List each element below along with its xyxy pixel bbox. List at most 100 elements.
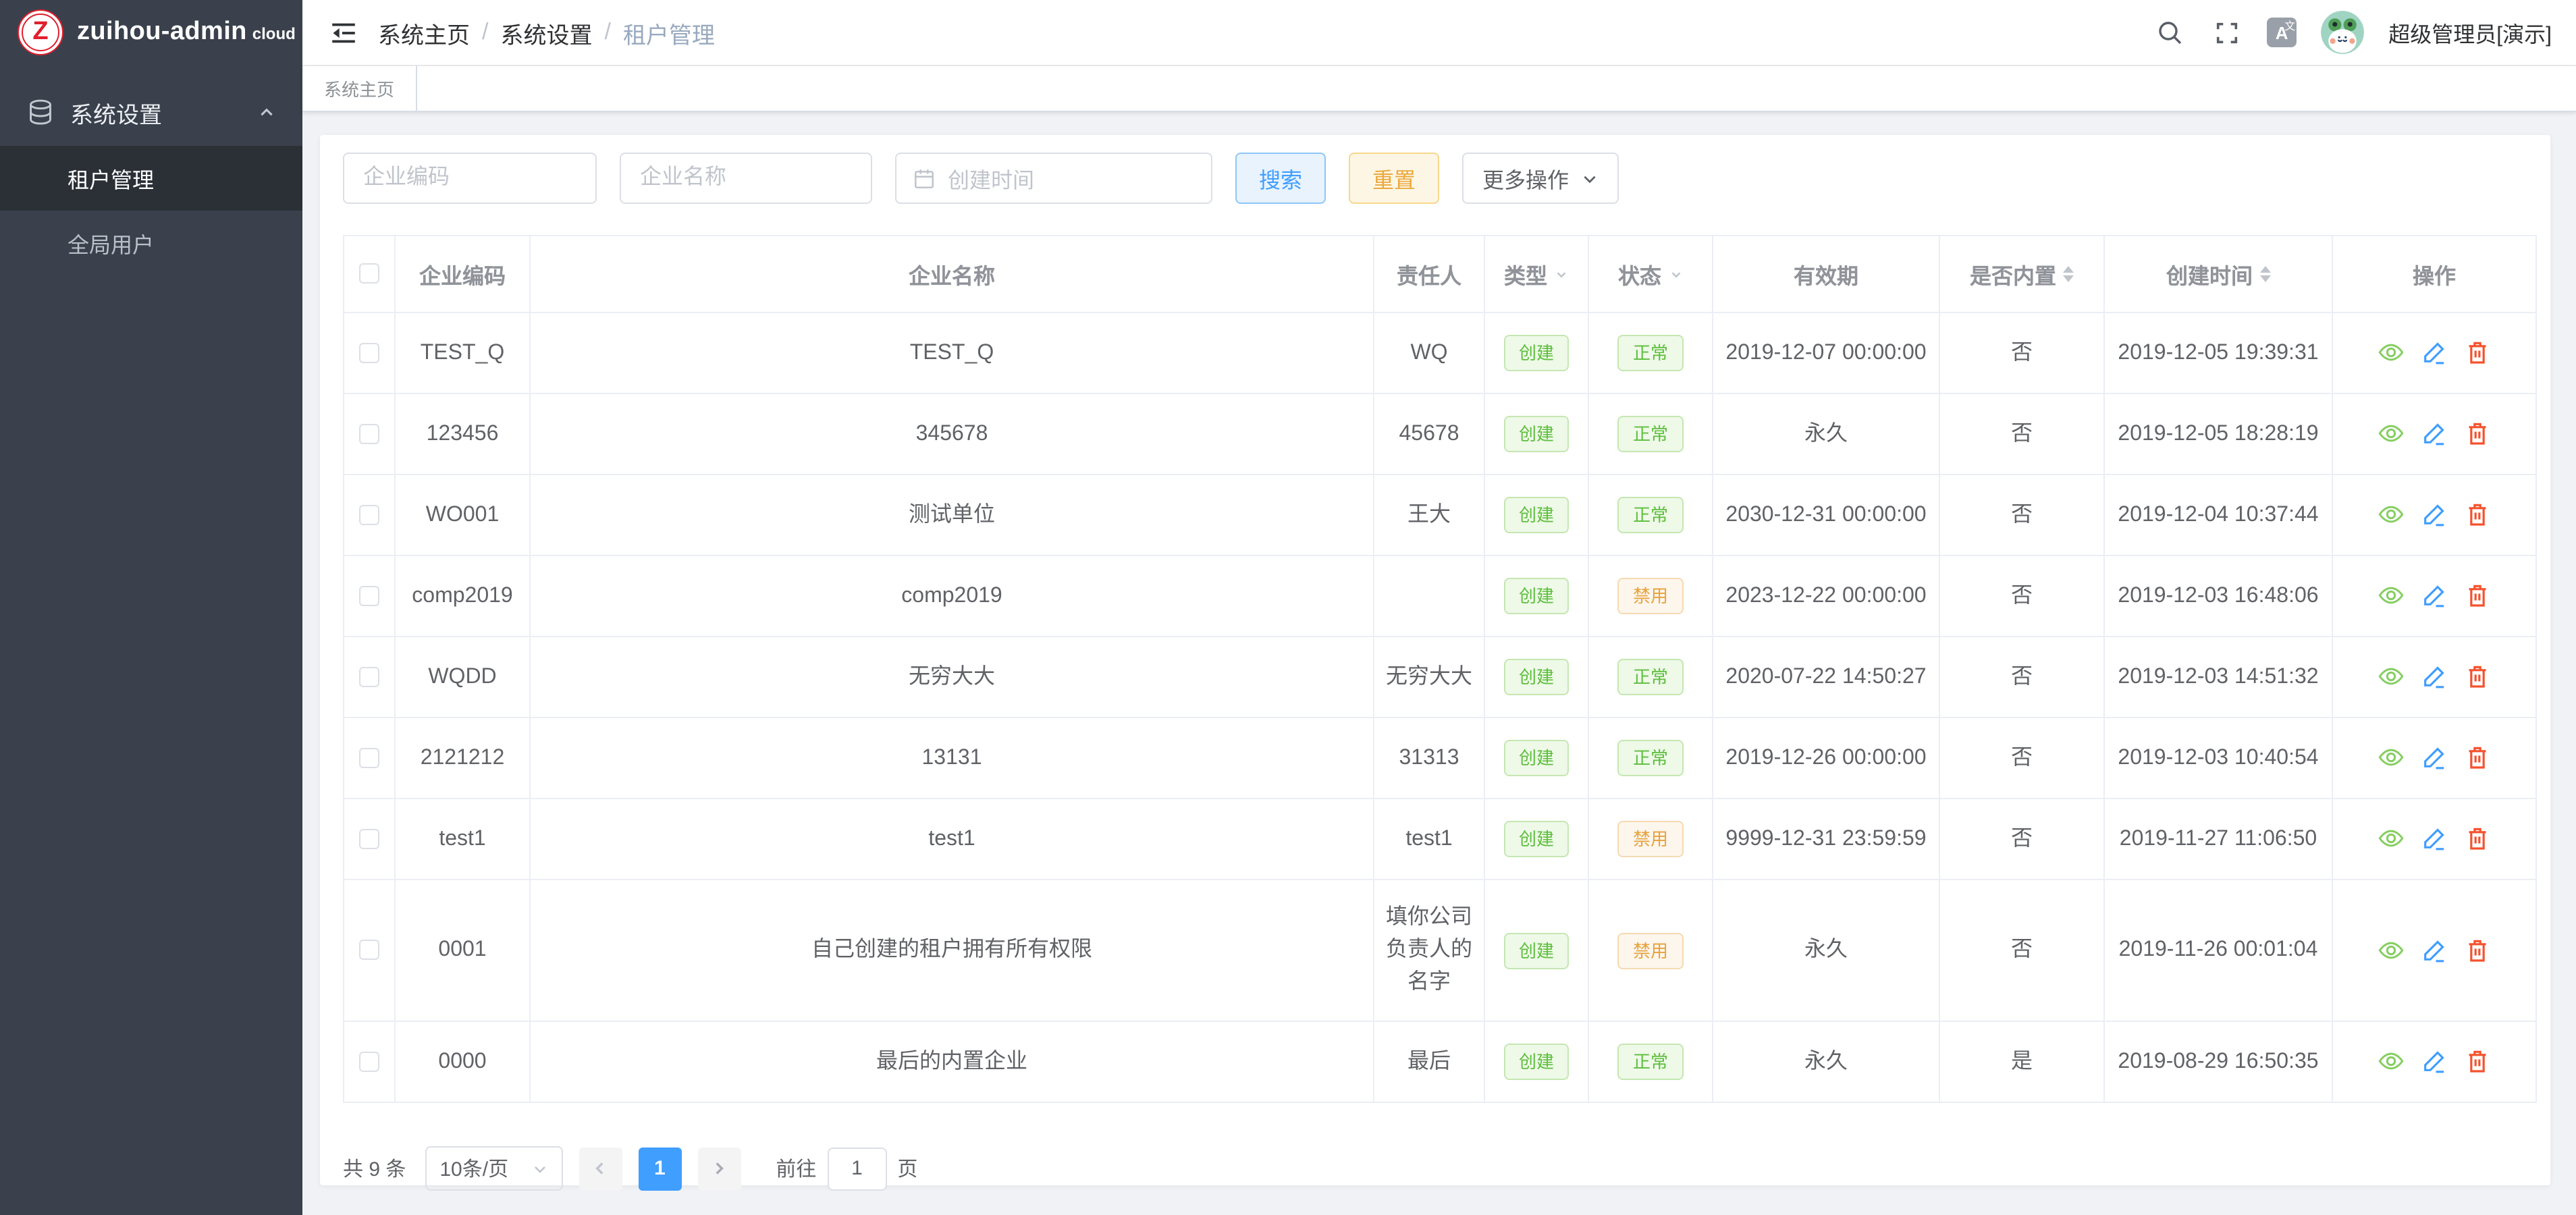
row-select-cell (344, 880, 395, 1021)
view-icon[interactable] (2378, 583, 2405, 610)
cell-created-time: 2019-11-26 00:01:04 (2104, 880, 2332, 1021)
tab-system-home[interactable]: 系统主页 (302, 66, 417, 111)
language-icon[interactable]: A文 (2267, 18, 2297, 47)
type-badge: 创建 (1504, 497, 1569, 533)
row-checkbox[interactable] (359, 586, 379, 606)
cell-owner: 45678 (1374, 394, 1484, 475)
sidebar-group-label: 系统设置 (70, 95, 242, 129)
sort-caret-icon[interactable] (2063, 266, 2074, 282)
delete-icon[interactable] (2464, 937, 2491, 964)
app-window: Z zuihou-admincloud 系统设置 租户管理 (0, 0, 2576, 1215)
row-checkbox[interactable] (359, 829, 379, 849)
view-icon[interactable] (2378, 502, 2405, 529)
row-checkbox[interactable] (359, 505, 379, 525)
status-badge: 正常 (1618, 740, 1683, 776)
cell-created-time: 2019-12-05 19:39:31 (2104, 313, 2332, 394)
cell-status: 正常 (1588, 1021, 1713, 1102)
edit-icon[interactable] (2421, 583, 2448, 610)
sidebar-group-system-settings[interactable]: 系统设置 (0, 78, 302, 146)
company-code-input[interactable] (343, 153, 597, 204)
next-page-button[interactable] (697, 1147, 741, 1190)
delete-icon[interactable] (2464, 826, 2491, 853)
goto-label: 前往 (776, 1154, 816, 1183)
company-name-input[interactable] (620, 153, 872, 204)
created-time-picker[interactable]: 创建时间 (895, 153, 1212, 204)
delete-icon[interactable] (2464, 583, 2491, 610)
sort-caret-icon[interactable] (2259, 266, 2270, 282)
row-checkbox[interactable] (359, 1052, 379, 1072)
cell-created-time: 2019-12-04 10:37:44 (2104, 475, 2332, 556)
edit-icon[interactable] (2421, 340, 2448, 367)
breadcrumb-home[interactable]: 系统主页 (378, 16, 470, 49)
delete-icon[interactable] (2464, 502, 2491, 529)
cell-validity: 2020-07-22 14:50:27 (1713, 637, 1939, 718)
delete-icon[interactable] (2464, 340, 2491, 367)
page-number-button[interactable]: 1 (638, 1147, 681, 1190)
topbar: 系统主页 / 系统设置 / 租户管理 A文 (302, 0, 2576, 66)
topbar-actions: A文 超级管理员[演示] (2153, 11, 2552, 54)
edit-icon[interactable] (2421, 826, 2448, 853)
goto-suffix: 页 (897, 1154, 917, 1183)
cell-company-code: 0000 (395, 1021, 530, 1102)
cell-company-name: 无穷大大 (530, 637, 1374, 718)
row-select-cell (344, 637, 395, 718)
sidebar-item-tenant-management[interactable]: 租户管理 (0, 146, 302, 211)
edit-icon[interactable] (2421, 1048, 2448, 1075)
row-checkbox[interactable] (359, 940, 379, 961)
column-header[interactable]: 创建时间 (2104, 236, 2332, 313)
delete-icon[interactable] (2464, 1048, 2491, 1075)
reset-button[interactable]: 重置 (1349, 153, 1439, 204)
cell-status: 正常 (1588, 718, 1713, 799)
edit-icon[interactable] (2421, 937, 2448, 964)
edit-icon[interactable] (2421, 421, 2448, 448)
view-icon[interactable] (2378, 421, 2405, 448)
edit-icon[interactable] (2421, 664, 2448, 691)
row-checkbox[interactable] (359, 343, 379, 363)
menu-fold-icon[interactable] (327, 16, 359, 49)
cell-validity: 9999-12-31 23:59:59 (1713, 799, 1939, 880)
view-icon[interactable] (2378, 937, 2405, 964)
select-all-checkbox[interactable] (359, 264, 379, 284)
table-row: WQDD无穷大大无穷大大创建正常2020-07-22 14:50:27否2019… (344, 637, 2536, 718)
view-icon[interactable] (2378, 340, 2405, 367)
edit-icon[interactable] (2421, 502, 2448, 529)
column-header[interactable]: 是否内置 (1939, 236, 2104, 313)
row-checkbox[interactable] (359, 424, 379, 444)
edit-icon[interactable] (2421, 745, 2448, 772)
cell-created-time: 2019-11-27 11:06:50 (2104, 799, 2332, 880)
view-icon[interactable] (2378, 664, 2405, 691)
fullscreen-icon[interactable] (2210, 16, 2243, 49)
sidebar-item-global-users[interactable]: 全局用户 (0, 211, 302, 275)
status-badge: 正常 (1618, 659, 1683, 695)
cell-company-name: comp2019 (530, 556, 1374, 637)
chevron-down-icon (1581, 169, 1599, 187)
search-button[interactable]: 搜索 (1235, 153, 1326, 204)
user-name[interactable]: 超级管理员[演示] (2388, 16, 2552, 49)
column-header[interactable]: 类型 (1484, 236, 1588, 313)
cell-builtin: 否 (1939, 637, 2104, 718)
table-row: 0000最后的内置企业最后创建正常永久是2019-08-29 16:50:35 (344, 1021, 2536, 1102)
select-all-header[interactable] (344, 236, 395, 313)
search-icon[interactable] (2153, 16, 2186, 49)
view-icon[interactable] (2378, 1048, 2405, 1075)
breadcrumb-system-settings[interactable]: 系统设置 (500, 16, 592, 49)
more-actions-button[interactable]: 更多操作 (1462, 153, 1619, 204)
delete-icon[interactable] (2464, 664, 2491, 691)
page-size-select[interactable]: 10条/页 (425, 1146, 562, 1191)
cell-company-name: 自己创建的租户拥有所有权限 (530, 880, 1374, 1021)
column-label: 状态 (1618, 258, 1661, 290)
table-row: comp2019comp2019创建禁用2023-12-22 00:00:00否… (344, 556, 2536, 637)
row-checkbox[interactable] (359, 748, 379, 768)
row-checkbox[interactable] (359, 667, 379, 687)
view-icon[interactable] (2378, 826, 2405, 853)
column-header[interactable]: 状态 (1588, 236, 1713, 313)
view-icon[interactable] (2378, 745, 2405, 772)
delete-icon[interactable] (2464, 745, 2491, 772)
prev-page-button[interactable] (579, 1147, 622, 1190)
goto-page-input[interactable] (827, 1147, 886, 1190)
type-badge: 创建 (1504, 335, 1569, 371)
delete-icon[interactable] (2464, 421, 2491, 448)
avatar[interactable] (2321, 11, 2364, 54)
breadcrumb-separator: / (604, 19, 610, 46)
tabbar: 系统主页 (302, 66, 2576, 112)
